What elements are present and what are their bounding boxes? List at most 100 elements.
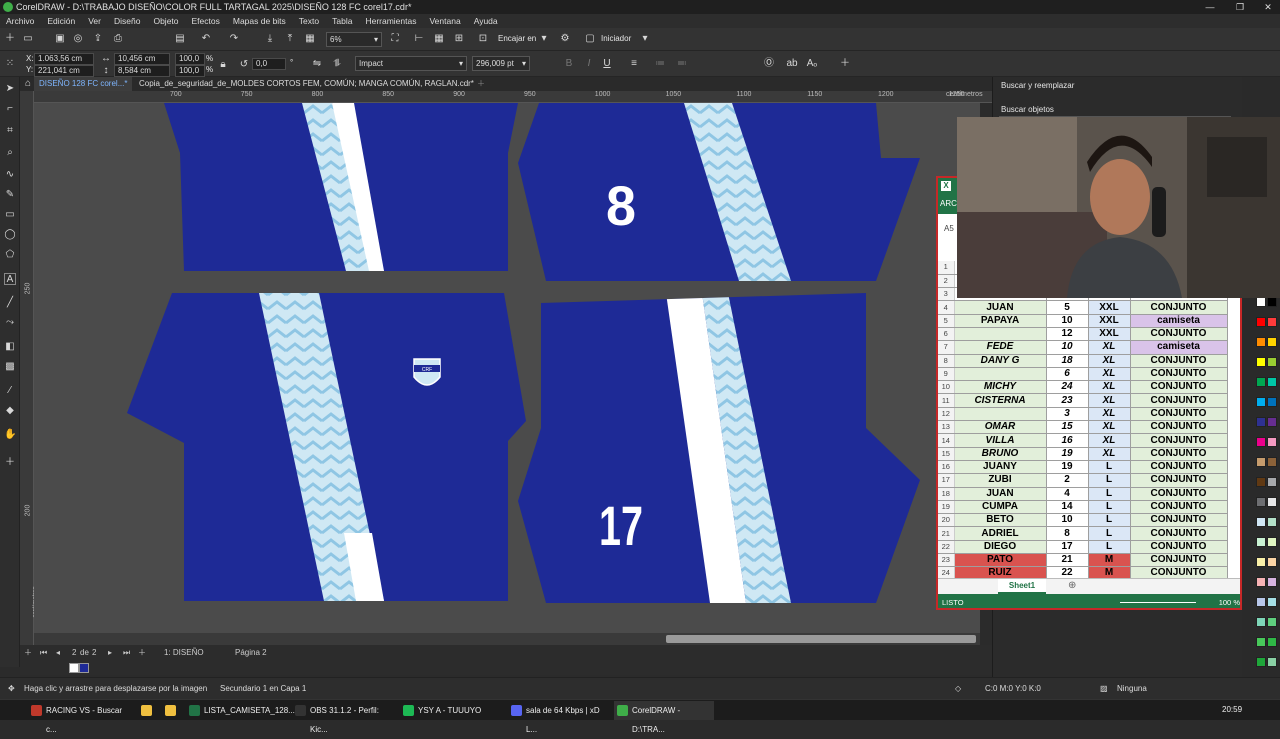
- cell-type[interactable]: CONJUNTO: [1130, 393, 1228, 408]
- cell-num[interactable]: 10: [1046, 340, 1089, 355]
- cell-name[interactable]: [954, 367, 1047, 382]
- upload-icon[interactable]: ⇪: [92, 33, 104, 45]
- cell-num[interactable]: 10: [1046, 513, 1089, 528]
- cell-num[interactable]: 6: [1046, 367, 1089, 382]
- palette-swatch[interactable]: [1256, 637, 1266, 647]
- palette-swatch[interactable]: [1267, 297, 1277, 307]
- menu-item-3[interactable]: Diseño: [114, 16, 140, 26]
- cell-num[interactable]: 2: [1046, 473, 1089, 488]
- cell-name[interactable]: ZUBI: [954, 473, 1047, 488]
- launch-dropdown[interactable]: Iniciador: [601, 34, 631, 43]
- fill-tool-icon[interactable]: ◆: [4, 405, 16, 417]
- transparency-tool-icon[interactable]: ▩: [4, 361, 16, 373]
- cell-type[interactable]: CONJUNTO: [1130, 380, 1228, 395]
- menu-item-9[interactable]: Herramientas: [365, 16, 416, 26]
- launch-icon[interactable]: ▢: [584, 33, 596, 45]
- scale-width-field[interactable]: 100,0: [175, 53, 205, 65]
- cell-num[interactable]: 3: [1046, 407, 1089, 422]
- fill-swatch[interactable]: [69, 663, 79, 673]
- cell-type[interactable]: CONJUNTO: [1130, 540, 1228, 555]
- cell-name[interactable]: PATO: [954, 553, 1047, 568]
- crop-tool-icon[interactable]: ⌗: [4, 125, 16, 137]
- cell-size[interactable]: L: [1088, 540, 1131, 555]
- minimize-icon[interactable]: —: [1200, 0, 1220, 14]
- palette-swatch[interactable]: [1256, 617, 1266, 627]
- width-field[interactable]: 10,456 cm: [114, 53, 170, 65]
- palette-swatch[interactable]: [1256, 497, 1266, 507]
- cell-num[interactable]: 17: [1046, 540, 1089, 555]
- guidelines-icon[interactable]: ⊞: [453, 33, 465, 45]
- bullet-list-icon[interactable]: ≔: [654, 58, 666, 70]
- horizontal-scrollbar[interactable]: [34, 633, 980, 645]
- cell-name[interactable]: [954, 407, 1047, 422]
- table-row[interactable]: 21 ADRIEL 8 L CONJUNTO: [938, 526, 1228, 541]
- menu-item-5[interactable]: Efectos: [192, 16, 220, 26]
- cell-type[interactable]: CONJUNTO: [1130, 487, 1228, 501]
- rulers-icon[interactable]: ⊢: [413, 33, 425, 45]
- palette-swatch[interactable]: [1267, 457, 1277, 467]
- table-row[interactable]: 4 JUAN 5 XXL CONJUNTO: [938, 300, 1228, 315]
- palette-swatch[interactable]: [1256, 357, 1266, 367]
- excel-sheet-table[interactable]: 1 2 3 4 JUAN 5 XXL CONJUNTO 5 PAPAYA 10 XXL camiseta…: [938, 261, 1228, 581]
- find-objects-dropdown[interactable]: Buscar objetos: [999, 103, 1231, 117]
- cell-type[interactable]: CONJUNTO: [1130, 526, 1228, 541]
- ellipse-tool-icon[interactable]: ◯: [4, 229, 16, 241]
- cell-name[interactable]: DIEGO: [954, 540, 1047, 555]
- menu-item-2[interactable]: Ver: [88, 16, 101, 26]
- cell-name[interactable]: BRUNO: [954, 447, 1047, 461]
- status-outline[interactable]: Ninguna: [1117, 678, 1147, 700]
- menu-item-7[interactable]: Texto: [299, 16, 319, 26]
- font-size-dropdown[interactable]: 296,009 pt ▾: [472, 56, 530, 71]
- pick-tool-icon[interactable]: ➤: [4, 83, 16, 95]
- table-row[interactable]: 23 PATO 21 M CONJUNTO: [938, 553, 1228, 568]
- taskbar-item[interactable]: LISTA_CAMISETA_128...: [186, 701, 295, 720]
- redo-icon[interactable]: ↷: [228, 33, 240, 45]
- palette-swatch[interactable]: [1267, 377, 1277, 387]
- palette-swatch[interactable]: [1267, 557, 1277, 567]
- cell-num[interactable]: 18: [1046, 354, 1089, 368]
- polygon-tool-icon[interactable]: ⬠: [4, 249, 16, 261]
- pen-tool-icon[interactable]: ✎: [4, 189, 16, 201]
- prev-page-icon[interactable]: ◂: [56, 645, 60, 661]
- rotation-field[interactable]: 0,0: [252, 58, 286, 70]
- cell-type[interactable]: CONJUNTO: [1130, 460, 1228, 475]
- cell-name[interactable]: BETO: [954, 513, 1047, 528]
- palette-swatch[interactable]: [1267, 317, 1277, 327]
- scroll-thumb[interactable]: [666, 635, 976, 643]
- table-row[interactable]: 20 BETO 10 L CONJUNTO: [938, 513, 1228, 528]
- text-properties-icon[interactable]: Aₒ: [806, 58, 818, 70]
- shadow-tool-icon[interactable]: ◧: [4, 341, 16, 353]
- palette-swatch[interactable]: [1256, 337, 1266, 347]
- palette-swatch[interactable]: [1267, 397, 1277, 407]
- cell-type[interactable]: CONJUNTO: [1130, 354, 1228, 368]
- origin-anchor-icon[interactable]: ⁙: [4, 58, 16, 70]
- cell-num[interactable]: 16: [1046, 433, 1089, 448]
- palette-swatch[interactable]: [1256, 657, 1266, 667]
- add-tool-icon[interactable]: ＋: [4, 457, 16, 469]
- bold-icon[interactable]: B: [563, 58, 575, 70]
- new-document-icon[interactable]: ＋: [4, 33, 16, 45]
- status-fill-color[interactable]: C:0 M:0 Y:0 K:0: [985, 678, 1041, 700]
- x-position-field[interactable]: 1.063,56 cm: [34, 53, 94, 65]
- menu-item-1[interactable]: Edición: [47, 16, 75, 26]
- text-tool-icon[interactable]: A: [4, 273, 16, 285]
- palette-swatch[interactable]: [1256, 417, 1266, 427]
- open-folder-icon[interactable]: ▭: [22, 33, 34, 45]
- table-row[interactable]: 17 ZUBI 2 L CONJUNTO: [938, 473, 1228, 488]
- palette-swatch[interactable]: [1256, 557, 1266, 567]
- cell-type[interactable]: CONJUNTO: [1130, 327, 1228, 342]
- mirror-vertical-icon[interactable]: ⥮: [331, 58, 343, 70]
- scale-height-field[interactable]: 100,0: [175, 65, 205, 77]
- cell-num[interactable]: 19: [1046, 447, 1089, 461]
- cell-size[interactable]: M: [1088, 553, 1131, 568]
- next-page-icon[interactable]: ▸: [108, 645, 112, 661]
- cell-size[interactable]: XXL: [1088, 300, 1131, 315]
- palette-swatch[interactable]: [1256, 457, 1266, 467]
- cell-size[interactable]: L: [1088, 526, 1131, 541]
- mirror-horizontal-icon[interactable]: ⇋: [311, 58, 323, 70]
- zoom-level-dropdown[interactable]: 6% ▾: [326, 32, 382, 47]
- cell-num[interactable]: 12: [1046, 327, 1089, 342]
- import-icon[interactable]: ⤓: [264, 33, 276, 45]
- cell-type[interactable]: CONJUNTO: [1130, 433, 1228, 448]
- tab-backup-document[interactable]: Copia_de_seguridad_de_MOLDES CORTOS FEM,…: [134, 77, 479, 91]
